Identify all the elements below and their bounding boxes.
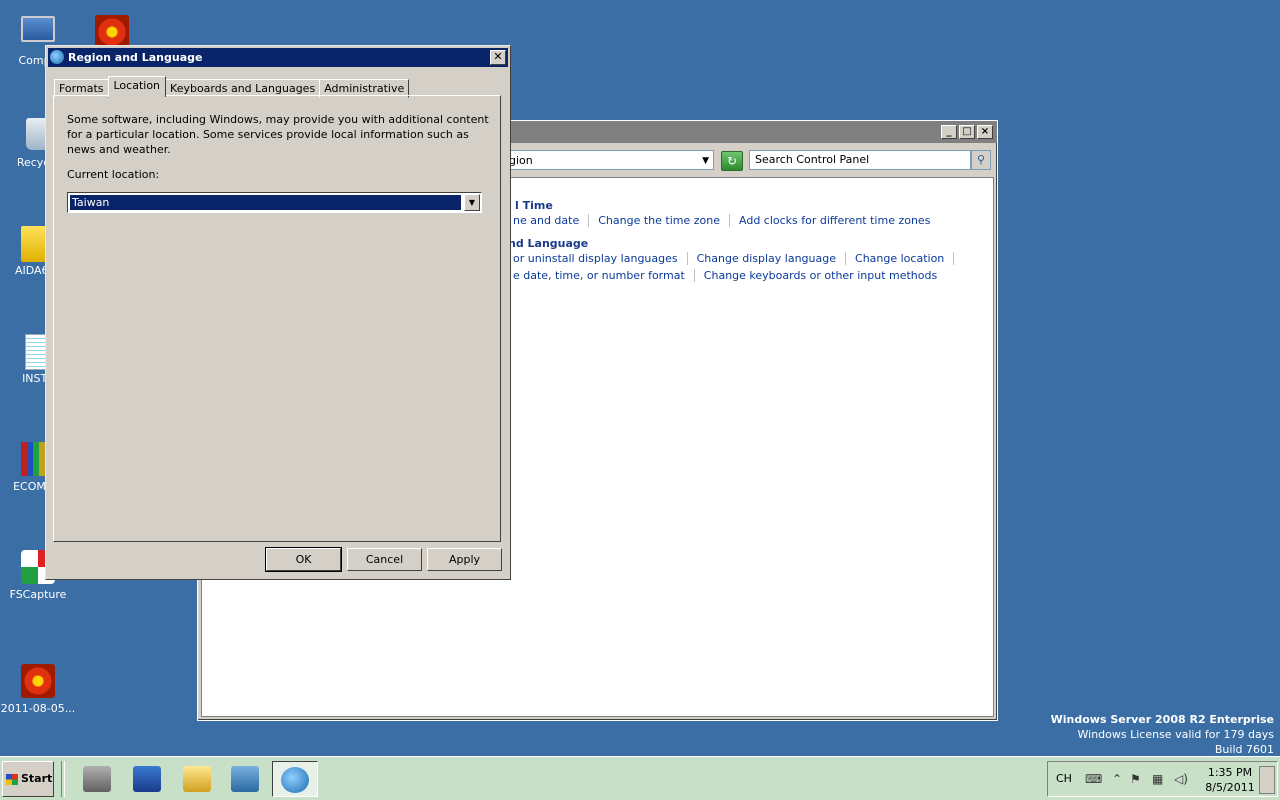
- clock[interactable]: 1:35 PM 8/5/2011: [1204, 765, 1256, 795]
- show-desktop-button[interactable]: [1259, 766, 1275, 794]
- ok-button[interactable]: OK: [265, 547, 342, 572]
- link-change-display-language[interactable]: Change display language: [688, 252, 847, 265]
- current-location-label: Current location:: [67, 168, 160, 181]
- dialog-titlebar[interactable]: Region and Language ✕: [48, 48, 508, 67]
- license-info: Windows License valid for 179 days: [1077, 728, 1275, 741]
- language-indicator[interactable]: CH: [1056, 772, 1072, 785]
- chevron-down-icon[interactable]: ▼: [702, 151, 709, 171]
- taskbar-server-manager[interactable]: [74, 761, 120, 797]
- close-button[interactable]: ×: [977, 125, 993, 139]
- search-placeholder: Search Control Panel: [755, 153, 870, 166]
- start-button[interactable]: Start: [2, 761, 54, 797]
- search-input[interactable]: Search Control Panel: [749, 150, 971, 170]
- refresh-icon[interactable]: ↻: [721, 151, 743, 171]
- region-links-row1: or uninstall display languages Change di…: [513, 252, 955, 265]
- link-change-location[interactable]: Change location: [846, 252, 955, 265]
- network-icon[interactable]: ▦: [1152, 772, 1163, 786]
- folder-icon: [183, 766, 211, 792]
- taskbar: Start CH ⌨ ⌃ ⚑ ▦ ◁) 1:35 PM 8/5/2011: [0, 756, 1280, 800]
- clock-links: ne and date Change the time zone Add clo…: [513, 214, 939, 227]
- keyboard-icon[interactable]: ⌨: [1085, 772, 1102, 786]
- location-tab-panel: Some software, including Windows, may pr…: [53, 95, 501, 542]
- address-text: gion: [509, 154, 533, 167]
- region-language-dialog: Region and Language ✕ Formats Location K…: [45, 45, 511, 580]
- taskbar-control-panel[interactable]: [222, 761, 268, 797]
- system-tray: CH ⌨ ⌃ ⚑ ▦ ◁) 1:35 PM 8/5/2011: [1047, 761, 1278, 797]
- taskbar-separator: [61, 761, 65, 797]
- tab-bar: Formats Location Keyboards and Languages…: [54, 75, 410, 98]
- section-title-clock[interactable]: l Time: [515, 199, 553, 212]
- clock-date: 8/5/2011: [1205, 781, 1255, 794]
- server-info: Windows Server 2008 R2 Enterprise Window…: [1051, 712, 1274, 757]
- taskbar-explorer[interactable]: [174, 761, 220, 797]
- link-number-format[interactable]: e date, time, or number format: [513, 269, 695, 282]
- search-icon[interactable]: ⚲: [971, 150, 991, 170]
- dialog-title: Region and Language: [68, 51, 203, 64]
- desktop-icon-screenshot[interactable]: 2011-08-05...: [0, 664, 76, 715]
- server-edition: Windows Server 2008 R2 Enterprise: [1050, 713, 1274, 726]
- powershell-icon: [133, 766, 161, 792]
- flower-image-icon: [21, 664, 55, 698]
- link-date-time[interactable]: ne and date: [513, 214, 590, 227]
- flag-icon[interactable]: ⚑: [1130, 772, 1141, 786]
- clock-time: 1:35 PM: [1207, 766, 1253, 779]
- cancel-button[interactable]: Cancel: [347, 548, 422, 571]
- region-links-row2: e date, time, or number format Change ke…: [513, 269, 946, 282]
- globe-icon: [50, 50, 64, 64]
- maximize-button[interactable]: □: [959, 125, 975, 139]
- link-change-time-zone[interactable]: Change the time zone: [589, 214, 730, 227]
- apply-button[interactable]: Apply: [427, 548, 502, 571]
- volume-icon[interactable]: ◁): [1174, 772, 1188, 786]
- link-change-keyboards[interactable]: Change keyboards or other input methods: [695, 269, 946, 282]
- chevron-up-icon[interactable]: ⌃: [1112, 772, 1122, 786]
- desktop-icon-label: 2011-08-05...: [0, 702, 76, 715]
- start-label: Start: [21, 772, 53, 785]
- location-description: Some software, including Windows, may pr…: [67, 113, 489, 156]
- current-location-select[interactable]: Taiwan ▼: [67, 192, 482, 213]
- tab-location[interactable]: Location: [107, 76, 167, 97]
- chevron-down-icon[interactable]: ▼: [464, 194, 480, 211]
- globe-icon: [281, 767, 309, 793]
- desktop-icon-label: FSCapture: [9, 588, 67, 601]
- build-info: Build 7601: [1214, 743, 1274, 756]
- windows-logo-icon: [6, 774, 18, 785]
- current-location-value: Taiwan: [70, 195, 461, 210]
- flower-image-icon: [95, 15, 129, 49]
- address-field[interactable]: gion ▼: [498, 150, 714, 170]
- link-display-languages[interactable]: or uninstall display languages: [513, 252, 688, 265]
- control-panel-icon: [231, 766, 259, 792]
- close-button[interactable]: ✕: [490, 50, 506, 65]
- taskbar-powershell[interactable]: [124, 761, 170, 797]
- taskbar-region-language[interactable]: [272, 761, 318, 797]
- section-title-region[interactable]: nd Language: [508, 237, 588, 250]
- server-manager-icon: [83, 766, 111, 792]
- link-add-clocks[interactable]: Add clocks for different time zones: [730, 214, 939, 227]
- minimize-button[interactable]: _: [941, 125, 957, 139]
